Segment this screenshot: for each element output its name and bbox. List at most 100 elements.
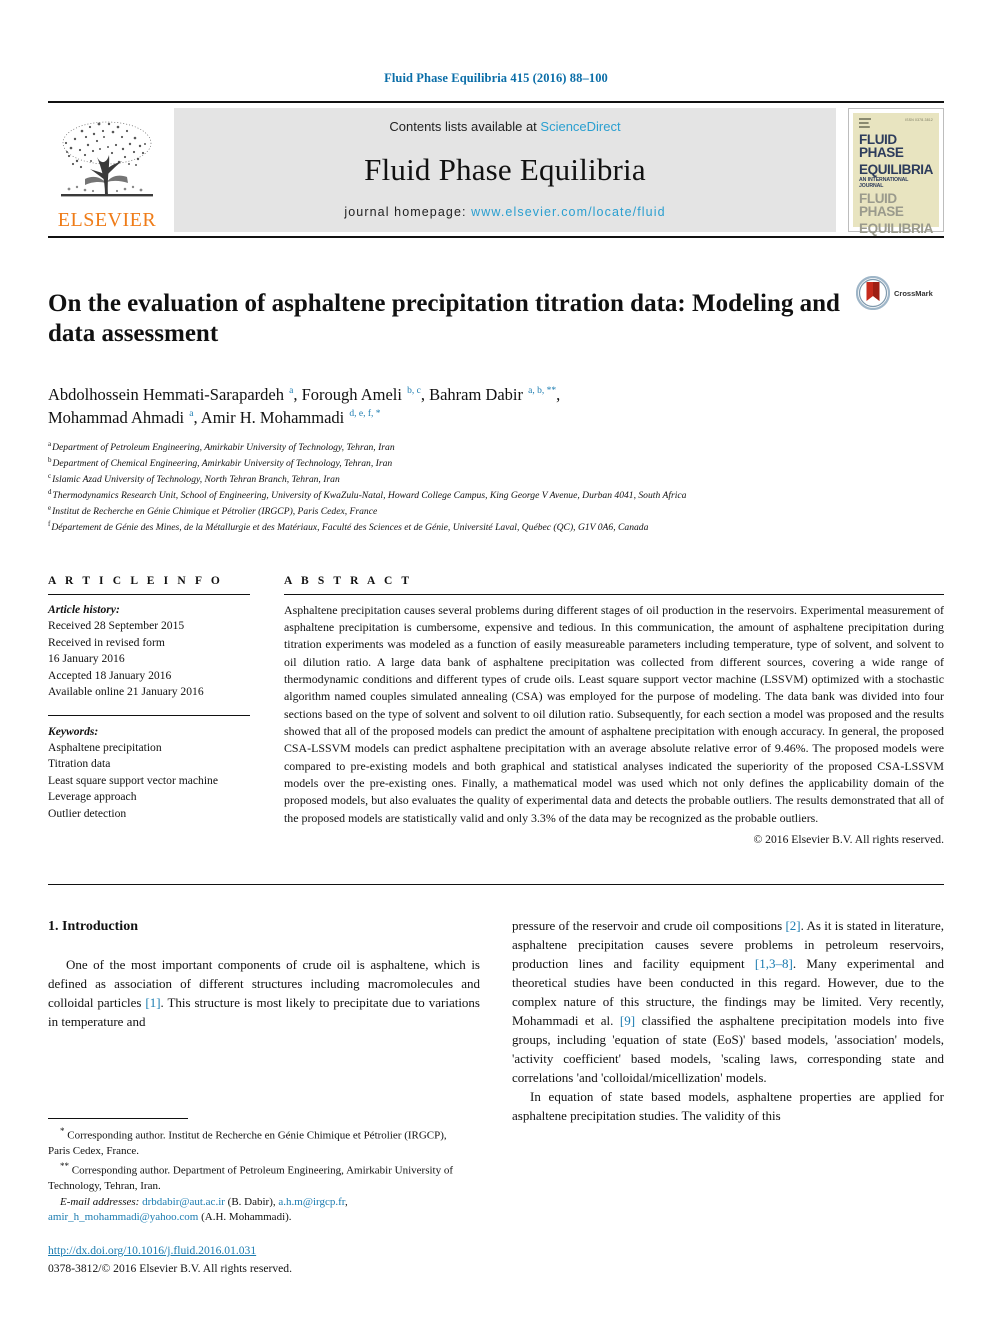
article-page: Fluid Phase Equilibria 415 (2016) 88–100: [0, 0, 992, 1323]
cover-line-3: FLUID PHASE: [859, 191, 904, 220]
footnote-rule: [48, 1118, 188, 1120]
section-heading-introduction: 1. Introduction: [48, 918, 138, 934]
affiliation-text: Institut de Recherche en Génie Chimique …: [52, 506, 378, 518]
contents-available-line: Contents lists available at ScienceDirec…: [389, 119, 620, 134]
title-block: On the evaluation of asphaltene precipit…: [48, 272, 944, 367]
cover-line-2: EQUILIBRIA: [859, 161, 934, 177]
footnote-block: * Corresponding author. Institut de Rech…: [48, 1118, 464, 1277]
article-info-heading: A R T I C L E I N F O: [48, 574, 223, 587]
intro-paragraph-left: One of the most important components of …: [48, 956, 480, 1032]
masthead-center-panel: Contents lists available at ScienceDirec…: [174, 108, 836, 232]
abstract-copyright: © 2016 Elsevier B.V. All rights reserved…: [753, 832, 944, 846]
cover-elsevier-icon: [859, 118, 871, 130]
citation-ref-9[interactable]: [9]: [620, 1013, 635, 1028]
body-column-right: pressure of the reservoir and crude oil …: [512, 917, 944, 1126]
journal-homepage-line: journal homepage: www.elsevier.com/locat…: [344, 205, 665, 219]
affiliation-item: dThermodynamics Research Unit, School of…: [48, 487, 944, 503]
email-owner-3: (A.H. Mohammadi).: [198, 1211, 292, 1224]
body-column-left: 1. Introduction One of the most importan…: [48, 917, 480, 1126]
affiliation-text: Thermodynamics Research Unit, School of …: [52, 490, 687, 502]
article-history-label: Article history:: [48, 602, 120, 616]
affiliation-item: fDépartement de Génie des Mines, de la M…: [48, 519, 944, 535]
body-separator-rule: [48, 883, 944, 885]
keywords-rule: [48, 714, 250, 716]
cover-line-4: EQUILIBRIA: [859, 221, 934, 237]
body-columns: 1. Introduction One of the most importan…: [48, 917, 944, 1126]
journal-cover-thumbnail: ISSN 0378-3812 FLUID PHASE EQUILIBRIA AN…: [848, 108, 944, 235]
journal-title: Fluid Phase Equilibria: [364, 151, 646, 187]
crossmark-badge[interactable]: CrossMark: [856, 272, 944, 310]
history-item: Accepted 18 January 2016: [48, 668, 172, 682]
abstract-column: A B S T R A C T Asphaltene precipitation…: [284, 575, 944, 846]
intro-paragraph-right-1: pressure of the reservoir and crude oil …: [512, 917, 944, 1088]
keywords-label: Keywords:: [48, 724, 99, 738]
email-link-1[interactable]: drbdabir@aut.ac.ir: [142, 1196, 225, 1208]
cover-subtitle: AN INTERNATIONAL JOURNAL: [859, 177, 909, 190]
crossmark-label: CrossMark: [894, 288, 933, 298]
intro-text-c: pressure of the reservoir and crude oil …: [512, 917, 786, 933]
homepage-prefix: journal homepage:: [344, 205, 472, 219]
affiliation-text: Département de Génie des Mines, de la Mé…: [51, 522, 649, 534]
author-list: Abdolhossein Hemmati-Sarapardeh a, Forou…: [48, 383, 944, 430]
affiliation-list: aDepartment of Petroleum Engineering, Am…: [48, 439, 944, 534]
sciencedirect-link[interactable]: ScienceDirect: [540, 119, 620, 134]
elsevier-tree-icon: [61, 121, 153, 197]
author-5-affil-mark[interactable]: d, e, f, *: [348, 409, 380, 419]
affiliation-item: cIslamic Azad University of Technology, …: [48, 471, 944, 487]
author-sep-1: , Forough Ameli: [293, 384, 407, 404]
keyword-item: Asphaltene precipitation: [48, 740, 162, 754]
email-link-2[interactable]: a.h.m@irgcp.fr: [278, 1196, 345, 1208]
masthead-top-rule: [48, 101, 944, 103]
keyword-item: Titration data: [48, 757, 111, 771]
journal-cover-art: ISSN 0378-3812 FLUID PHASE EQUILIBRIA AN…: [853, 113, 939, 235]
history-item: Received 28 September 2015: [48, 619, 185, 633]
affiliation-text: Department of Chemical Engineering, Amir…: [52, 458, 393, 470]
citation-ref-2[interactable]: [2]: [785, 918, 800, 933]
email-addresses-line: E-mail addresses: drbdabir@aut.ac.ir (B.…: [48, 1195, 464, 1226]
author-3-affil-mark[interactable]: a, b, **: [527, 386, 556, 396]
info-abstract-row: A R T I C L E I N F O Article history: R…: [48, 575, 944, 846]
history-item: 16 January 2016: [48, 652, 125, 666]
author-4: Mohammad Ahmadi: [48, 407, 189, 427]
contents-prefix: Contents lists available at: [389, 119, 541, 134]
corresponding-author-2-text: Corresponding author. Department of Petr…: [48, 1164, 454, 1193]
keywords-block: Keywords: Asphaltene precipitation Titra…: [48, 724, 250, 823]
elsevier-logo: ELSEVIER: [48, 108, 166, 232]
elsevier-wordmark: ELSEVIER: [57, 209, 157, 231]
corresponding-author-1: * Corresponding author. Institut de Rech…: [48, 1125, 464, 1160]
email-label: E-mail addresses:: [60, 1195, 143, 1208]
author-sep-4: , Amir H. Mohammadi: [193, 407, 349, 427]
author-sep-2: , Bahram Dabir: [420, 384, 528, 404]
running-head: Fluid Phase Equilibria 415 (2016) 88–100: [384, 71, 608, 85]
author-2-affil-mark[interactable]: b, c: [406, 386, 421, 396]
footnote-mark-2: **: [60, 1161, 69, 1171]
journal-masthead: ELSEVIER Contents lists available at Sci…: [48, 108, 944, 235]
affiliation-item: bDepartment of Chemical Engineering, Ami…: [48, 455, 944, 471]
cover-issn-text: ISSN 0378-3812: [905, 118, 933, 122]
doi-block: http://dx.doi.org/10.1016/j.fluid.2016.0…: [48, 1243, 464, 1277]
masthead-bottom-rule: [48, 236, 944, 238]
author-1: Abdolhossein Hemmati-Sarapardeh: [48, 384, 289, 404]
doi-link[interactable]: http://dx.doi.org/10.1016/j.fluid.2016.0…: [48, 1243, 464, 1259]
crossmark-icon: [856, 276, 890, 310]
keyword-item: Leverage approach: [48, 790, 137, 804]
cover-line-1: FLUID PHASE: [859, 132, 904, 160]
affiliation-text: Islamic Azad University of Technology, N…: [52, 474, 340, 486]
journal-homepage-link[interactable]: www.elsevier.com/locate/fluid: [471, 205, 665, 219]
abstract-rule: [284, 593, 944, 595]
article-info-rule: [48, 593, 250, 595]
affiliation-text: Department of Petroleum Engineering, Ami…: [52, 442, 395, 454]
email-owner-1: (B. Dabir),: [224, 1195, 279, 1208]
page-title: On the evaluation of asphaltene precipit…: [48, 289, 840, 348]
keyword-item: Least square support vector machine: [48, 773, 218, 787]
abstract-heading: A B S T R A C T: [284, 574, 413, 587]
history-item: Available online 21 January 2016: [48, 685, 204, 699]
corresponding-author-2: ** Corresponding author. Department of P…: [48, 1160, 464, 1195]
abstract-text: Asphaltene precipitation causes several …: [284, 602, 944, 825]
email-link-3[interactable]: amir_h_mohammadi@yahoo.com: [48, 1211, 198, 1223]
email-sep: ,: [345, 1195, 348, 1208]
author-sep-3: ,: [556, 384, 561, 404]
keyword-item: Outlier detection: [48, 806, 127, 820]
citation-ref-1-3-8[interactable]: [1,3–8]: [755, 956, 793, 971]
citation-ref-1[interactable]: [1]: [145, 995, 160, 1010]
